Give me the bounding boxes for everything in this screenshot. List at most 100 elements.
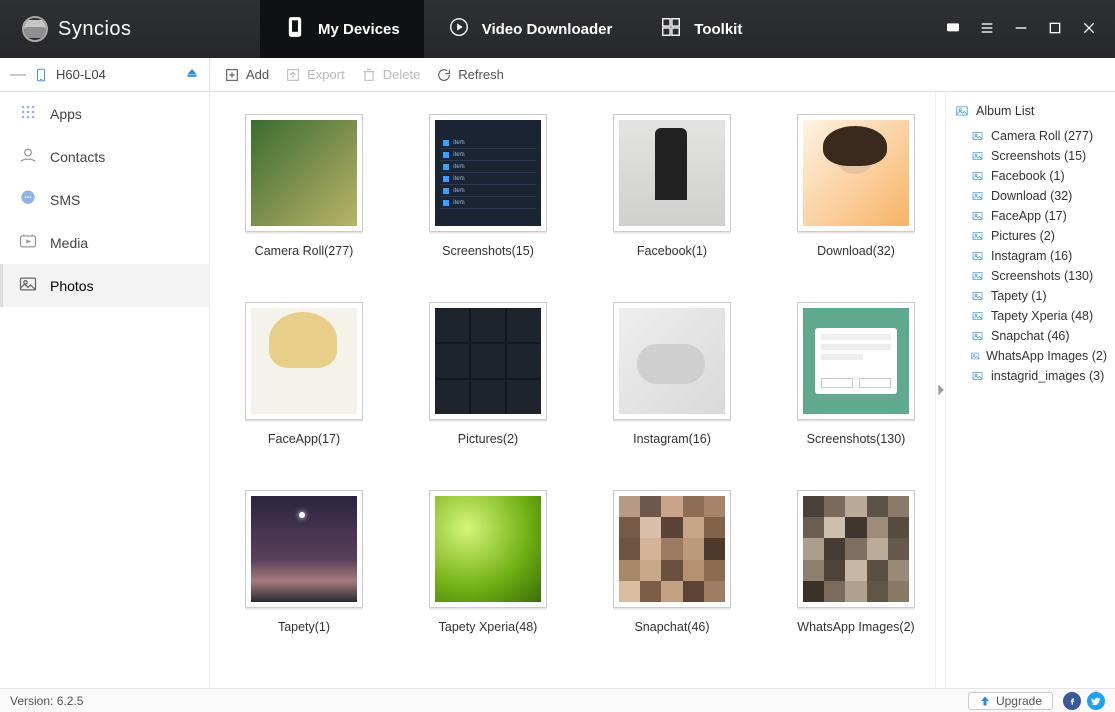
albumlist-item[interactable]: FaceApp (17) <box>952 206 1109 226</box>
delete-button[interactable]: Delete <box>361 67 421 83</box>
status-bar: Version: 6.2.5 Upgrade <box>0 688 1115 712</box>
album-item[interactable]: FaceApp(17) <box>224 302 384 446</box>
album-item[interactable]: Facebook(1) <box>592 114 752 258</box>
close-icon[interactable] <box>1081 20 1097 39</box>
album-item[interactable]: Screenshots(130) <box>776 302 935 446</box>
albumlist-label: Screenshots (130) <box>991 269 1093 283</box>
maximize-icon[interactable] <box>1047 20 1063 39</box>
album-item[interactable]: Instagram(16) <box>592 302 752 446</box>
album-caption: Tapety(1) <box>224 620 384 634</box>
picture-icon <box>970 350 980 362</box>
albumlist-label: Instagram (16) <box>991 249 1072 263</box>
tab-my-devices[interactable]: My Devices <box>260 0 424 58</box>
tab-label: My Devices <box>318 21 400 38</box>
app-logo-icon <box>22 16 48 42</box>
media-icon <box>18 231 38 254</box>
albumlist-label: Facebook (1) <box>991 169 1065 183</box>
album-item[interactable]: itemitemitemitemitemitemScreenshots(15) <box>408 114 568 258</box>
window-controls <box>927 0 1115 58</box>
album-thumbnail <box>245 490 363 608</box>
albumlist-label: WhatsApp Images (2) <box>986 349 1107 363</box>
albumlist-item[interactable]: Facebook (1) <box>952 166 1109 186</box>
albumlist-item[interactable]: Screenshots (15) <box>952 146 1109 166</box>
picture-icon <box>970 230 985 242</box>
albumlist-label: Tapety Xperia (48) <box>991 309 1093 323</box>
body: Apps Contacts SMS Media Photos Camera Ro… <box>0 92 1115 688</box>
albumlist-item[interactable]: Camera Roll (277) <box>952 126 1109 146</box>
album-list-icon <box>954 104 970 118</box>
album-item[interactable]: Tapety(1) <box>224 490 384 634</box>
album-caption: Camera Roll(277) <box>224 244 384 258</box>
facebook-icon[interactable] <box>1063 692 1081 710</box>
album-thumbnail <box>429 490 547 608</box>
toolbar: — H60-L04 Add Export Delete Refresh <box>0 58 1115 92</box>
album-item[interactable]: Download(32) <box>776 114 935 258</box>
app-name: Syncios <box>58 18 132 41</box>
tab-video-downloader[interactable]: Video Downloader <box>424 0 637 58</box>
upgrade-label: Upgrade <box>996 694 1042 708</box>
panel-collapse-handle[interactable] <box>935 92 945 688</box>
upgrade-button[interactable]: Upgrade <box>968 692 1053 710</box>
album-thumbnail <box>245 114 363 232</box>
add-button[interactable]: Add <box>224 67 269 83</box>
albumlist-item[interactable]: Pictures (2) <box>952 226 1109 246</box>
album-caption: Snapchat(46) <box>592 620 752 634</box>
eject-icon[interactable] <box>185 66 199 83</box>
refresh-button[interactable]: Refresh <box>436 67 504 83</box>
albumlist-label: Pictures (2) <box>991 229 1055 243</box>
export-button[interactable]: Export <box>285 67 345 83</box>
picture-icon <box>970 190 985 202</box>
sidebar-label: SMS <box>50 192 80 208</box>
picture-icon <box>970 130 985 142</box>
export-icon <box>285 67 301 83</box>
album-item[interactable]: Tapety Xperia(48) <box>408 490 568 634</box>
albumlist-label: Screenshots (15) <box>991 149 1086 163</box>
album-list-panel: Album List Camera Roll (277) Screenshots … <box>945 92 1115 688</box>
twitter-icon[interactable] <box>1087 692 1105 710</box>
albumlist-item[interactable]: Screenshots (130) <box>952 266 1109 286</box>
album-item[interactable]: Snapchat(46) <box>592 490 752 634</box>
albumlist-item[interactable]: Instagram (16) <box>952 246 1109 266</box>
album-thumbnail <box>797 490 915 608</box>
albumlist-item[interactable]: instagrid_images (3) <box>952 366 1109 386</box>
minimize-icon[interactable] <box>1013 20 1029 39</box>
version-label: Version: 6.2.5 <box>10 694 83 708</box>
device-selector[interactable]: — H60-L04 <box>0 58 210 91</box>
picture-icon <box>970 150 985 162</box>
main-tabs: My Devices Video Downloader Toolkit <box>260 0 766 58</box>
add-label: Add <box>246 67 269 82</box>
albumlist-item[interactable]: WhatsApp Images (2) <box>952 346 1109 366</box>
sidebar-item-contacts[interactable]: Contacts <box>0 135 209 178</box>
album-caption: Pictures(2) <box>408 432 568 446</box>
album-item[interactable]: Camera Roll(277) <box>224 114 384 258</box>
picture-icon <box>970 370 985 382</box>
album-item[interactable]: WhatsApp Images(2) <box>776 490 935 634</box>
grid-icon <box>18 102 38 125</box>
albumlist-item[interactable]: Download (32) <box>952 186 1109 206</box>
tab-toolkit[interactable]: Toolkit <box>636 0 766 58</box>
toolkit-grid-icon <box>660 16 682 42</box>
albumlist-item[interactable]: Tapety (1) <box>952 286 1109 306</box>
album-thumbnail <box>613 114 731 232</box>
gallery[interactable]: Camera Roll(277) itemitemitemitemitemitem… <box>210 92 935 688</box>
sidebar-item-photos[interactable]: Photos <box>0 264 209 307</box>
album-thumbnail <box>797 302 915 420</box>
album-list-title: Album List <box>976 104 1034 118</box>
album-thumbnail <box>797 114 915 232</box>
menu-icon[interactable] <box>979 20 995 39</box>
picture-icon <box>970 270 985 282</box>
album-item[interactable]: Pictures(2) <box>408 302 568 446</box>
album-caption: Screenshots(15) <box>408 244 568 258</box>
sidebar-item-sms[interactable]: SMS <box>0 178 209 221</box>
sidebar: Apps Contacts SMS Media Photos <box>0 92 210 688</box>
sidebar-item-media[interactable]: Media <box>0 221 209 264</box>
feedback-icon[interactable] <box>945 20 961 39</box>
trash-icon <box>361 67 377 83</box>
picture-icon <box>970 170 985 182</box>
album-caption: Tapety Xperia(48) <box>408 620 568 634</box>
contact-icon <box>18 145 38 168</box>
albumlist-item[interactable]: Snapchat (46) <box>952 326 1109 346</box>
sidebar-item-apps[interactable]: Apps <box>0 92 209 135</box>
albumlist-label: FaceApp (17) <box>991 209 1067 223</box>
albumlist-item[interactable]: Tapety Xperia (48) <box>952 306 1109 326</box>
